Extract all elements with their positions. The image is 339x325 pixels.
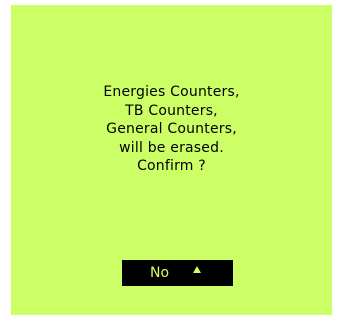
message-line-2: TB Counters, (125, 102, 218, 119)
arrow-up-icon (193, 266, 201, 273)
no-button[interactable]: No (122, 260, 233, 286)
message-line-1: Energies Counters, (103, 84, 240, 100)
message-line-3: General Counters, (106, 121, 237, 138)
no-button-label: No (150, 265, 170, 281)
lcd-screen: Energies Counters, TB Counters, General … (11, 5, 332, 315)
message-line-5: Confirm ? (137, 158, 206, 175)
confirm-dialog-message: Energies Counters, TB Counters, General … (11, 83, 332, 176)
message-line-4: will be erased. (119, 139, 224, 156)
